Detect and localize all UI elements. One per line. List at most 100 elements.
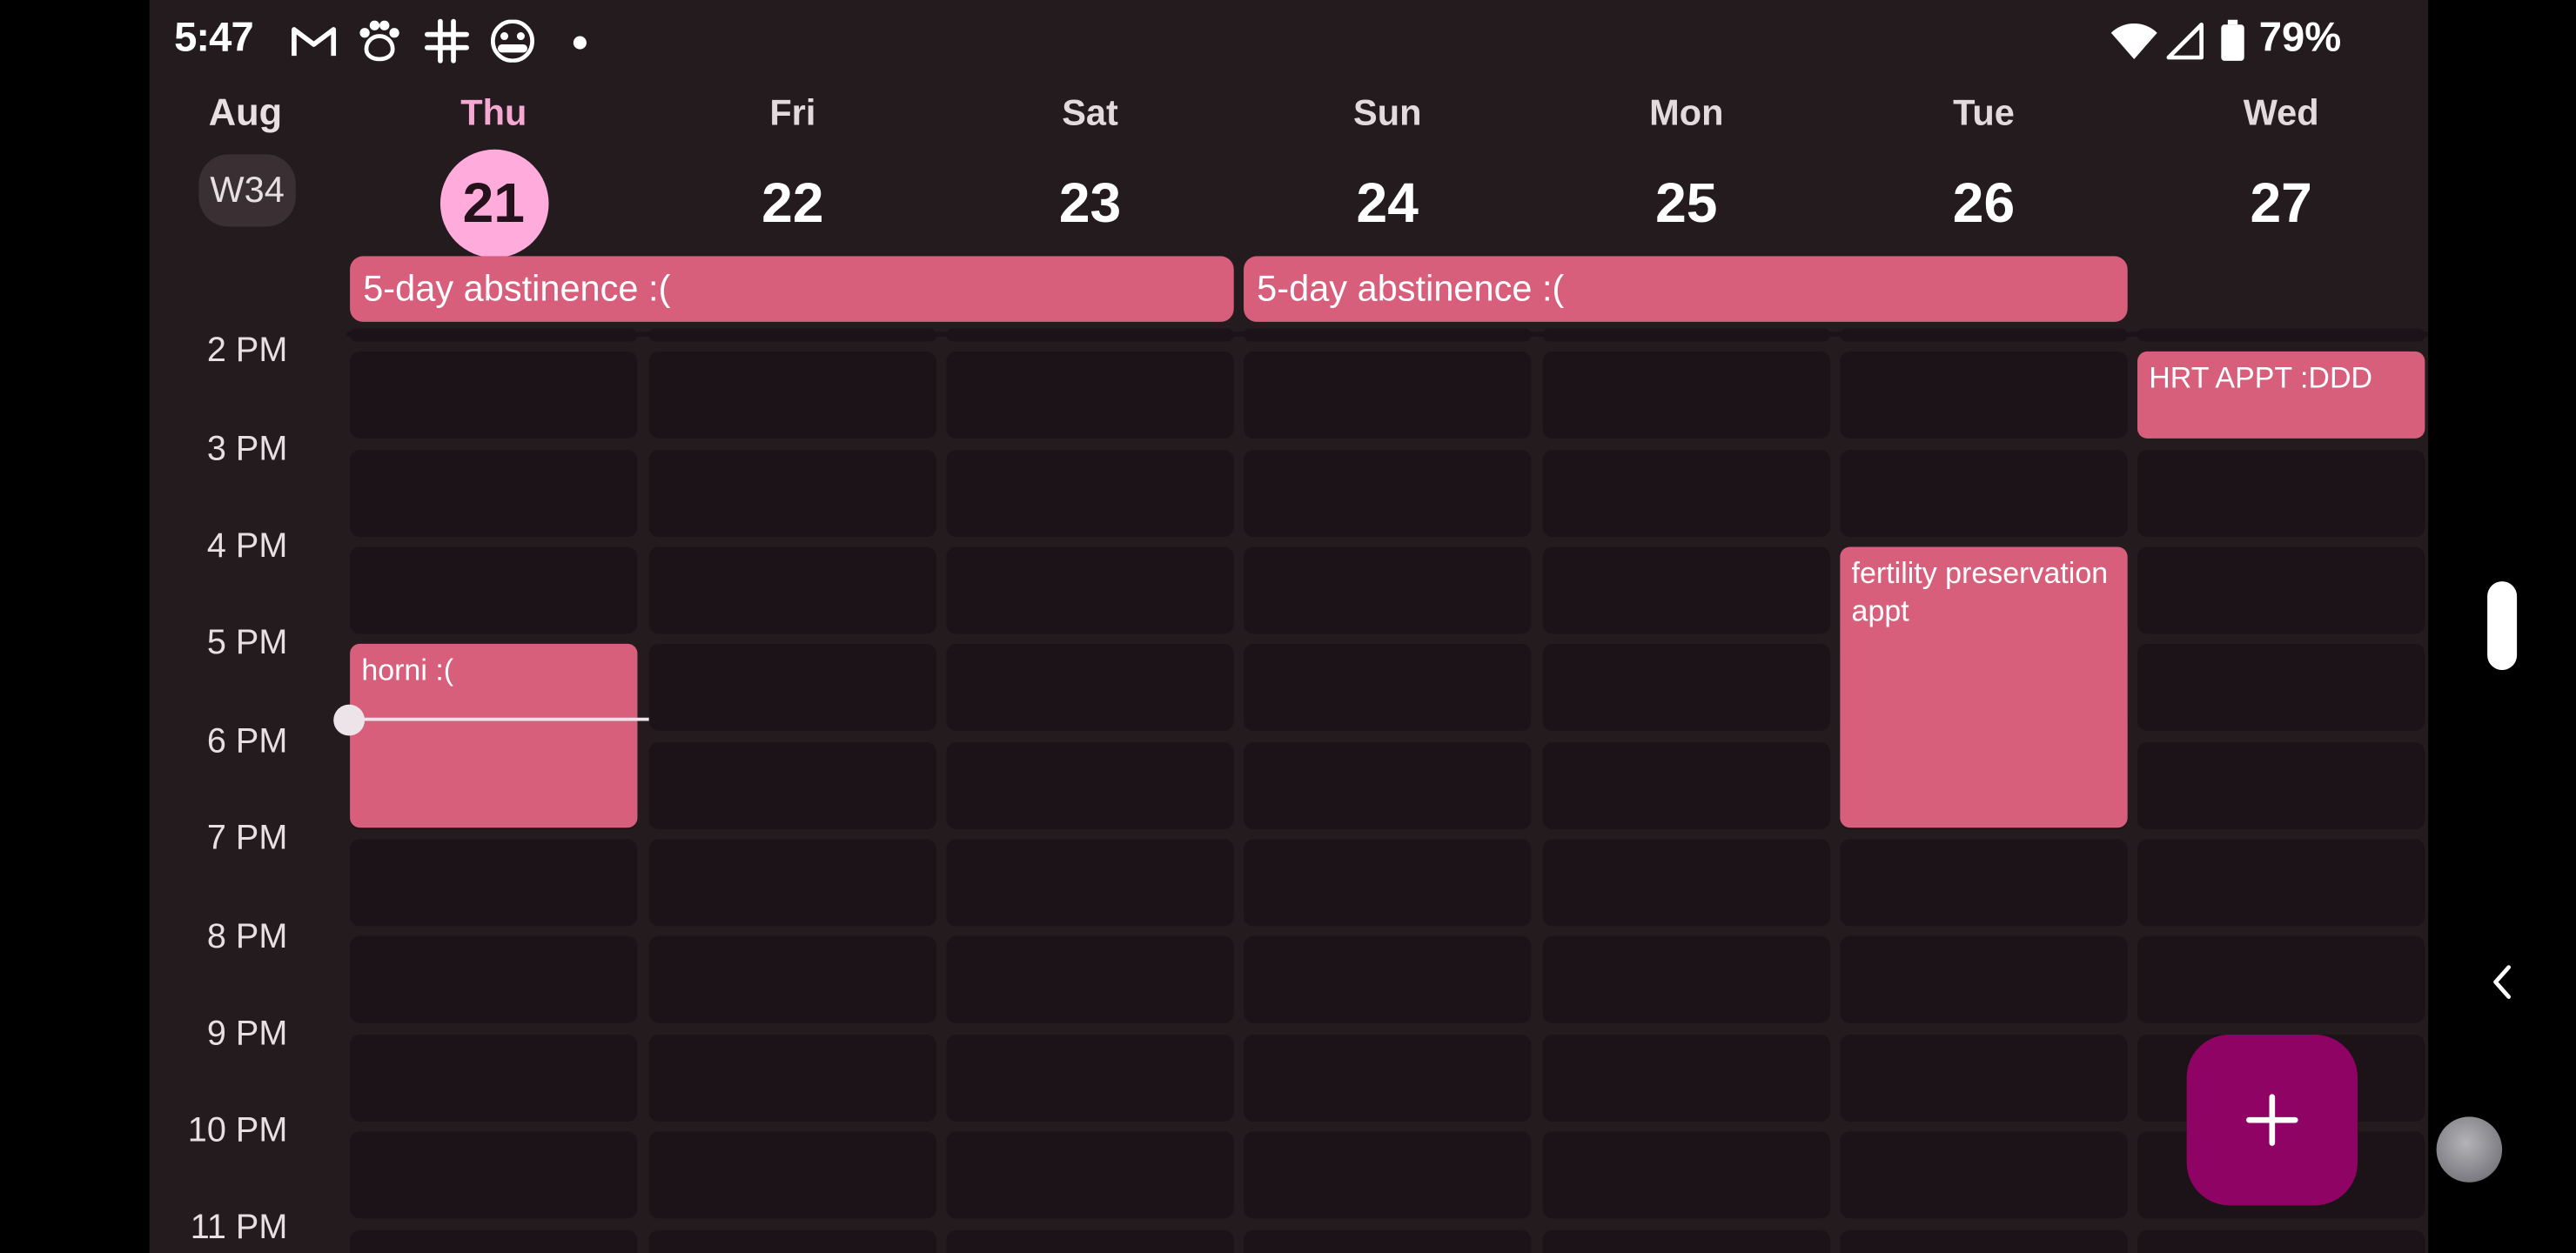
time-slot-cell[interactable] [1542, 643, 1831, 731]
day-column-header[interactable]: Sat 23 [946, 90, 1233, 258]
day-column-header[interactable]: Thu 21 [350, 90, 637, 258]
time-slot-cell[interactable] [1244, 1230, 1532, 1253]
time-slot-cell[interactable] [648, 328, 937, 342]
time-slot-cell[interactable] [648, 450, 937, 538]
day-name: Tue [1953, 91, 2015, 133]
time-slot-cell[interactable] [1542, 450, 1831, 538]
day-column-header[interactable]: Mon 25 [1543, 90, 1830, 258]
time-slot-cell[interactable] [1244, 839, 1532, 927]
hour-label: 11 PM [190, 1209, 288, 1247]
time-slot-cell[interactable] [1542, 839, 1831, 927]
all-day-event[interactable]: 5-day abstinence :( [1244, 256, 2128, 322]
time-slot-cell[interactable] [1840, 450, 2128, 538]
time-slot-cell[interactable] [648, 1131, 937, 1219]
hour-label: 8 PM [206, 918, 288, 956]
time-slot-cell[interactable] [1542, 1230, 1831, 1253]
time-slot-cell[interactable] [2137, 1230, 2425, 1253]
time-slot-cell[interactable] [350, 1131, 638, 1219]
time-slot-cell[interactable] [350, 935, 638, 1023]
time-slot-cell[interactable] [2137, 450, 2425, 538]
screen: 5:47 79% Aug W34 Thu 21 Fri 22 Sat 23 Su… [0, 0, 2576, 1253]
event-block[interactable]: HRT APPT :DDD [2137, 351, 2425, 439]
day-name: Mon [1649, 91, 1724, 133]
time-slot-cell[interactable] [1542, 1034, 1831, 1122]
time-slot-cell[interactable] [648, 742, 937, 830]
slack-icon [422, 18, 472, 64]
time-slot-cell[interactable] [1542, 742, 1831, 830]
event-block[interactable]: horni :( [350, 643, 638, 828]
time-slot-cell[interactable] [1244, 643, 1532, 731]
floating-bubble[interactable] [2436, 1116, 2503, 1183]
time-slot-cell[interactable] [2137, 839, 2425, 927]
time-slot-cell[interactable] [1542, 328, 1831, 342]
time-slot-cell[interactable] [1542, 1131, 1831, 1219]
time-slot-cell[interactable] [350, 351, 638, 439]
time-slot-cell[interactable] [1840, 935, 2128, 1023]
time-slot-cell[interactable] [1244, 328, 1532, 342]
day-column-header[interactable]: Wed 27 [2137, 90, 2425, 258]
time-slot-cell[interactable] [1244, 1034, 1532, 1122]
time-slot-cell[interactable] [946, 328, 1234, 342]
time-slot-cell[interactable] [946, 839, 1234, 927]
event-block[interactable]: fertility preservation appt [1840, 546, 2128, 828]
time-slot-cell[interactable] [648, 643, 937, 731]
back-chevron-icon[interactable] [2484, 959, 2520, 1005]
time-slot-cell[interactable] [2137, 328, 2425, 342]
nav-gesture-handle[interactable] [2487, 581, 2518, 671]
time-slot-cell[interactable] [946, 1131, 1234, 1219]
day-column-header[interactable]: Fri 22 [649, 90, 936, 258]
time-slot-cell[interactable] [1244, 742, 1532, 830]
time-slot-cell[interactable] [350, 450, 638, 538]
time-slot-cell[interactable] [350, 546, 638, 634]
day-date: 27 [2250, 171, 2312, 234]
time-slot-cell[interactable] [350, 1034, 638, 1122]
time-slot-cell[interactable] [2137, 935, 2425, 1023]
day-date: 26 [1952, 171, 2016, 234]
time-slot-cell[interactable] [946, 1034, 1234, 1122]
time-slot-cell[interactable] [2137, 546, 2425, 634]
time-slot-cell[interactable] [1244, 546, 1532, 634]
time-slot-cell[interactable] [1840, 1230, 2128, 1253]
time-slot-cell[interactable] [1840, 1034, 2128, 1122]
time-slot-cell[interactable] [1244, 351, 1532, 439]
time-slot-cell[interactable] [350, 839, 638, 927]
all-day-event[interactable]: 5-day abstinence :( [350, 256, 1234, 322]
time-slot-cell[interactable] [1542, 935, 1831, 1023]
time-slot-cell[interactable] [1542, 351, 1831, 439]
time-slot-cell[interactable] [1840, 351, 2128, 439]
time-slot-cell[interactable] [946, 742, 1234, 830]
time-slot-cell[interactable] [1840, 839, 2128, 927]
time-slot-cell[interactable] [350, 1230, 638, 1253]
day-column-header[interactable]: Tue 26 [1840, 90, 2127, 258]
time-slot-cell[interactable] [2137, 742, 2425, 830]
time-slot-cell[interactable] [946, 351, 1234, 439]
time-slot-cell[interactable] [946, 935, 1234, 1023]
time-slot-cell[interactable] [1244, 450, 1532, 538]
day-name: Wed [2243, 91, 2319, 133]
time-slot-cell[interactable] [1840, 1131, 2128, 1219]
time-slot-cell[interactable] [1840, 328, 2128, 342]
time-slot-cell[interactable] [946, 546, 1234, 634]
time-slot-cell[interactable] [1542, 546, 1831, 634]
time-slot-cell[interactable] [1244, 1131, 1532, 1219]
time-slot-cell[interactable] [946, 450, 1234, 538]
day-date: 25 [1655, 171, 1718, 234]
time-slot-cell[interactable] [648, 546, 937, 634]
time-slot-cell[interactable] [1244, 935, 1532, 1023]
add-event-button[interactable] [2186, 1034, 2358, 1206]
time-slot-cell[interactable] [648, 935, 937, 1023]
time-slot-cell[interactable] [648, 839, 937, 927]
time-slot-cell[interactable] [648, 351, 937, 439]
time-slot-cell[interactable] [350, 328, 638, 342]
current-time-line [350, 717, 649, 721]
day-column-header[interactable]: Sun 24 [1244, 90, 1531, 258]
battery-icon [2218, 19, 2248, 63]
time-slot-cell[interactable] [648, 1034, 937, 1122]
current-time-dot [333, 704, 366, 736]
time-slot-cell[interactable] [2137, 643, 2425, 731]
time-slot-cell[interactable] [648, 1230, 937, 1253]
time-slot-cell[interactable] [946, 643, 1234, 731]
hour-label: 9 PM [206, 1015, 288, 1053]
time-slot-cell[interactable] [946, 1230, 1234, 1253]
week-number-chip[interactable]: W34 [198, 154, 296, 227]
